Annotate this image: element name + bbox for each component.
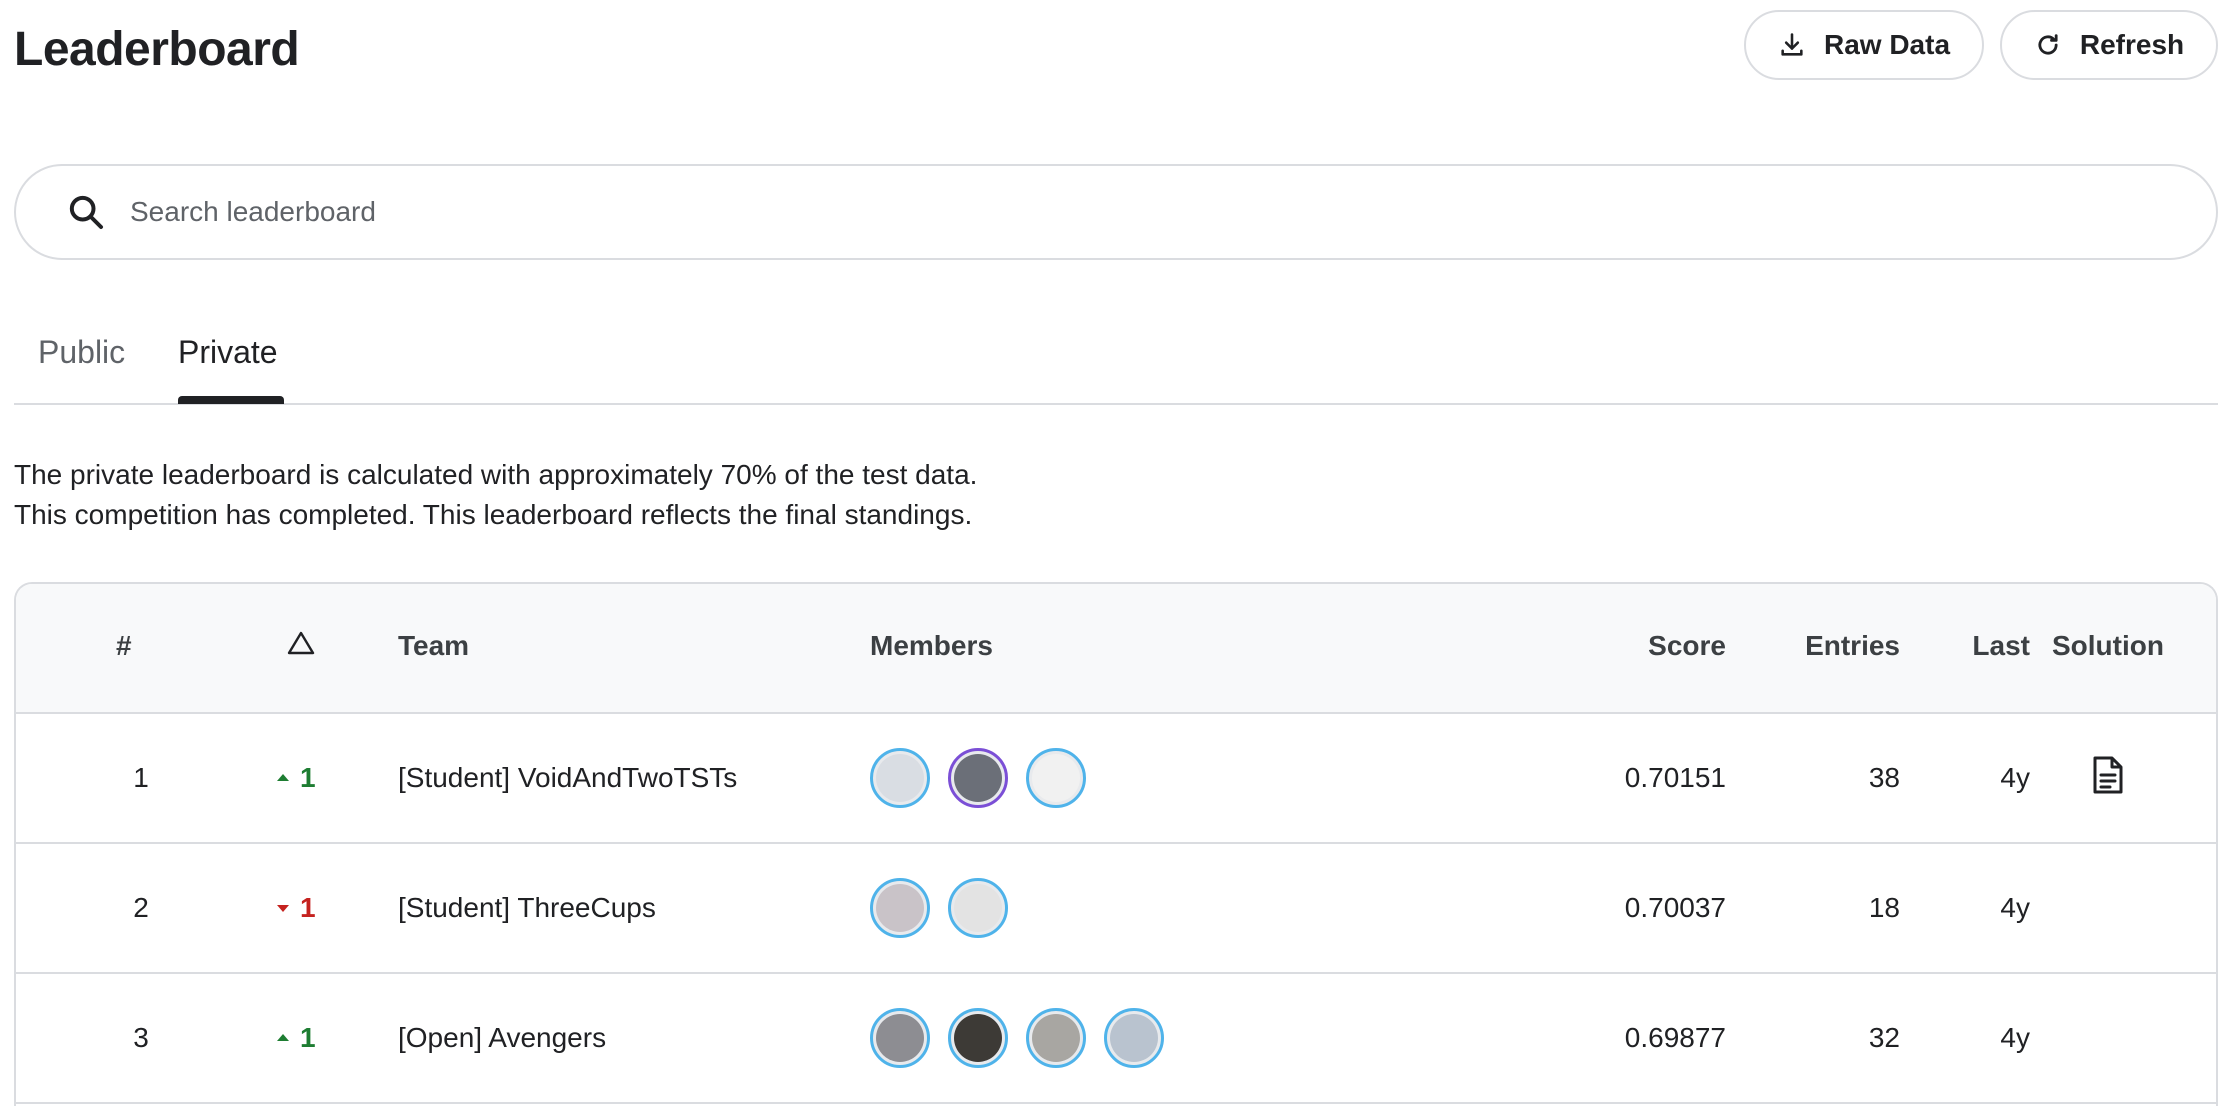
raw-data-label: Raw Data: [1823, 29, 1951, 60]
refresh-icon: [2034, 31, 2062, 59]
rank-change-value: 1: [300, 1022, 316, 1053]
avatar[interactable]: [948, 748, 1008, 808]
entries-value: 32: [1868, 1022, 1900, 1053]
rank-value: 2: [133, 892, 149, 923]
info-line-final-standings: This competition has completed. This lea…: [14, 499, 973, 530]
score-value: 0.69877: [1624, 1022, 1726, 1053]
active-tab-indicator: [178, 396, 284, 404]
table-header: # Team Members Score Entries Last Soluti…: [16, 584, 2216, 714]
avatar[interactable]: [948, 878, 1008, 938]
team-name[interactable]: [Open] Avengers: [398, 974, 606, 1102]
download-icon: [1778, 31, 1806, 59]
score-value: 0.70037: [1624, 892, 1726, 923]
rank-value: 1: [133, 762, 149, 793]
last-submission: 4y: [2000, 1022, 2030, 1053]
search-icon: [66, 192, 106, 232]
entries-value: 18: [1868, 892, 1900, 923]
document-icon[interactable]: [2091, 755, 2125, 802]
search-bar: [14, 164, 2218, 260]
arrow-up-icon: [276, 771, 290, 785]
score-value: 0.70151: [1624, 762, 1726, 793]
rank-change-value: 1: [300, 892, 316, 923]
team-members: [870, 844, 1026, 972]
arrow-down-icon: [276, 901, 290, 915]
refresh-label: Refresh: [2079, 29, 2185, 60]
column-members: Members: [870, 630, 993, 661]
arrow-up-icon: [276, 1031, 290, 1045]
rank-change-value: 1: [300, 762, 316, 793]
rank-change: 1: [276, 714, 356, 842]
leaderboard-tabs: Public Private: [14, 320, 2218, 405]
avatar[interactable]: [870, 748, 930, 808]
column-entries[interactable]: Entries: [1805, 630, 1900, 662]
table-row[interactable]: 1 1 [Student] VoidAndTwoTSTs 0.70151 38 …: [16, 714, 2216, 844]
team-name[interactable]: [Student] VoidAndTwoTSTs: [398, 714, 737, 842]
tab-private[interactable]: Private: [178, 334, 278, 371]
solution-link[interactable]: [2088, 714, 2128, 842]
column-last[interactable]: Last: [1972, 630, 2030, 662]
team-members: [870, 714, 1104, 842]
rank-change: 1: [276, 844, 356, 972]
rank-change-icon[interactable]: [286, 630, 316, 663]
avatar[interactable]: [870, 1008, 930, 1068]
info-line-data-share: The private leaderboard is calculated wi…: [14, 459, 978, 490]
leaderboard-page: Leaderboard Raw Data Refresh Public Priv…: [0, 0, 2228, 1106]
raw-data-button[interactable]: Raw Data: [1744, 10, 1984, 80]
team-members: [870, 974, 1182, 1102]
last-submission: 4y: [2000, 762, 2030, 793]
tab-public[interactable]: Public: [38, 334, 125, 371]
column-solution: Solution: [2052, 630, 2164, 661]
team-name[interactable]: [Student] ThreeCups: [398, 844, 656, 972]
search-input[interactable]: [128, 195, 2032, 229]
page-title: Leaderboard: [14, 23, 300, 76]
leaderboard-info: The private leaderboard is calculated wi…: [14, 455, 977, 535]
entries-value: 38: [1868, 762, 1900, 793]
column-team[interactable]: Team: [398, 630, 469, 662]
column-score[interactable]: Score: [1648, 630, 1726, 662]
table-row[interactable]: 2 1 [Student] ThreeCups 0.70037 18 4y: [16, 844, 2216, 974]
avatar[interactable]: [1026, 748, 1086, 808]
refresh-button[interactable]: Refresh: [2000, 10, 2218, 80]
avatar[interactable]: [870, 878, 930, 938]
rank-change: 1: [276, 974, 356, 1102]
avatar[interactable]: [1026, 1008, 1086, 1068]
avatar[interactable]: [1104, 1008, 1164, 1068]
leaderboard-table: # Team Members Score Entries Last Soluti…: [14, 582, 2218, 1106]
last-submission: 4y: [2000, 892, 2030, 923]
avatar[interactable]: [948, 1008, 1008, 1068]
rank-value: 3: [133, 1022, 149, 1053]
column-rank[interactable]: #: [116, 630, 132, 662]
table-row[interactable]: 3 1 [Open] Avengers 0.69877 32 4y: [16, 974, 2216, 1104]
